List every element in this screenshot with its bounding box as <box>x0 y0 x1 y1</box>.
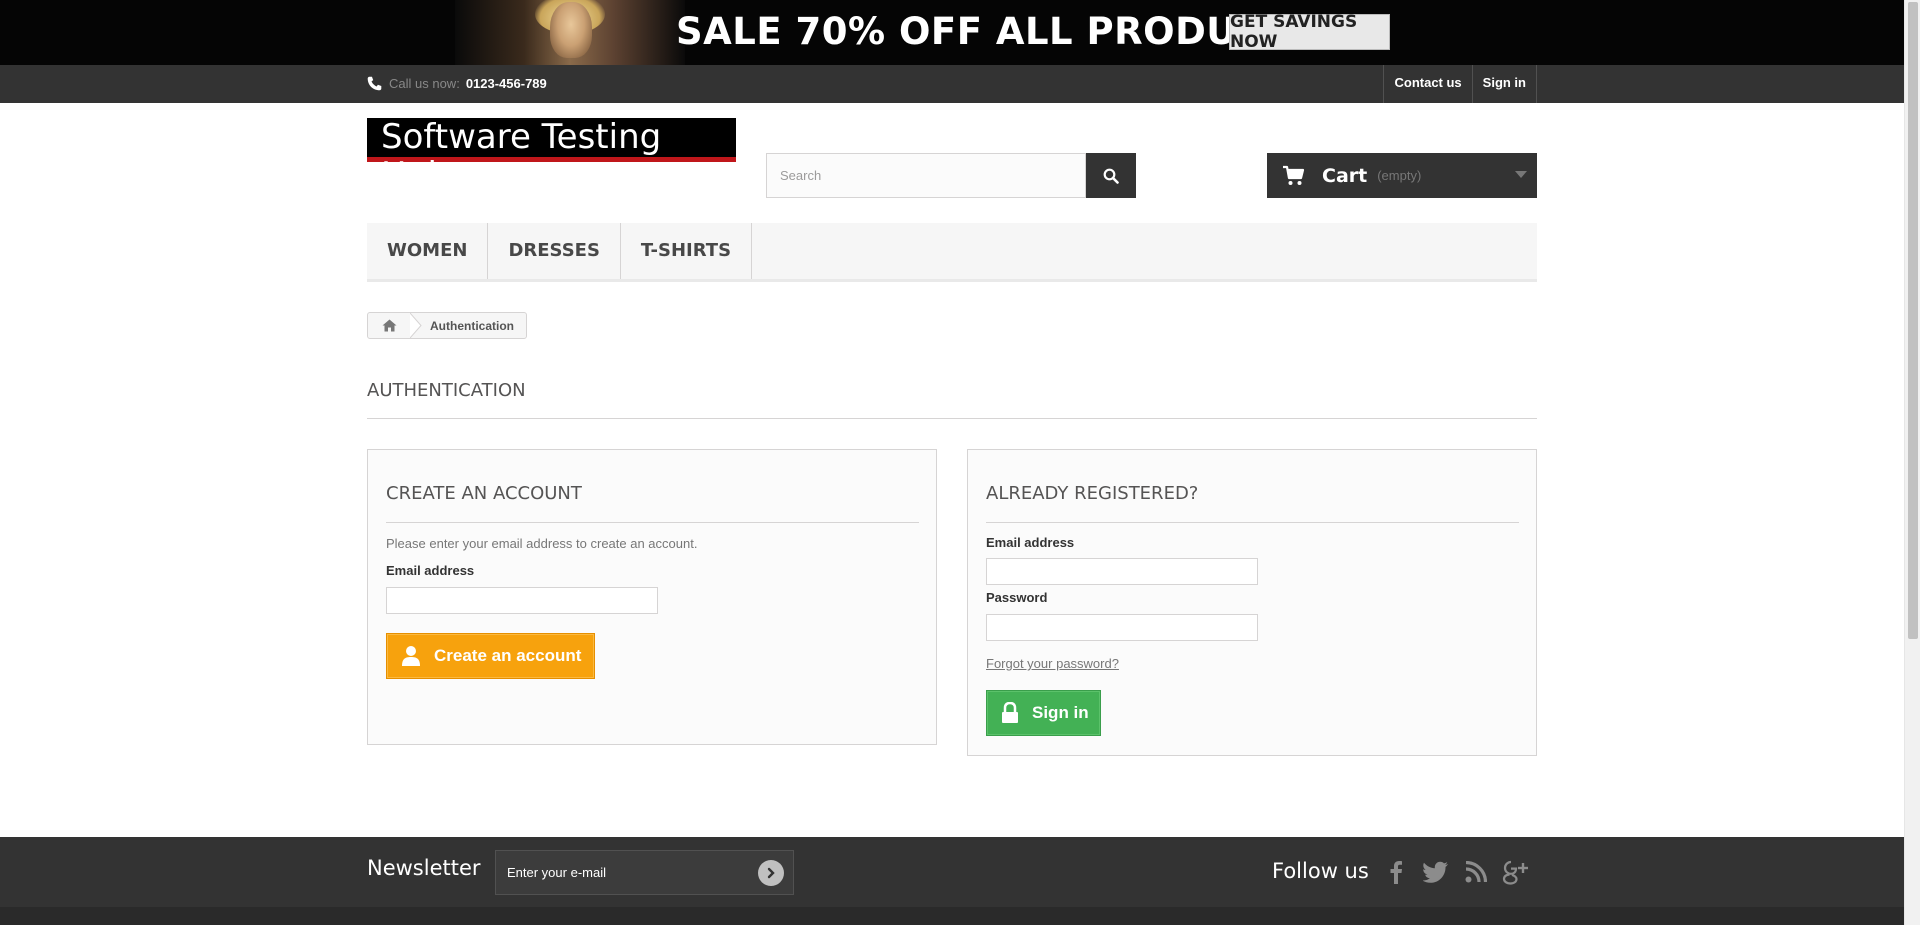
contact-us-link[interactable]: Contact us <box>1383 65 1471 103</box>
follow-us-title: Follow us <box>1272 859 1369 883</box>
user-icon <box>402 646 420 666</box>
cart-label: Cart <box>1322 164 1368 187</box>
top-nav-bar: Call us now: 0123-456-789 Contact us Sig… <box>0 65 1904 103</box>
create-account-title: CREATE AN ACCOUNT <box>386 483 919 523</box>
facebook-icon[interactable] <box>1382 857 1410 887</box>
newsletter-title: Newsletter <box>367 856 481 880</box>
shopping-cart-icon <box>1283 165 1305 185</box>
page-title: AUTHENTICATION <box>367 380 1537 419</box>
top-links: Contact us Sign in <box>1383 65 1537 103</box>
home-icon <box>382 319 396 332</box>
search-icon <box>1103 168 1119 184</box>
sign-in-label: Sign in <box>1032 703 1089 722</box>
login-form: ALREADY REGISTERED? Email address Passwo… <box>967 449 1537 756</box>
logo-text: Software Testing Help <box>381 117 662 195</box>
main-menu: WOMEN DRESSES T-SHIRTS <box>367 223 1537 282</box>
create-email-label: Email address <box>386 563 475 578</box>
sign-in-button[interactable]: Sign in <box>986 690 1101 736</box>
cart-status: (empty) <box>1377 168 1422 183</box>
login-title: ALREADY REGISTERED? <box>986 483 1519 523</box>
search-input[interactable]: Search <box>766 153 1086 198</box>
menu-item-dresses[interactable]: DRESSES <box>488 223 621 279</box>
create-account-description: Please enter your email address to creat… <box>386 536 698 551</box>
twitter-icon[interactable] <box>1422 857 1450 887</box>
cart-button[interactable]: Cart (empty) <box>1267 153 1537 198</box>
call-label: Call us now: <box>389 76 460 91</box>
menu-item-tshirts[interactable]: T-SHIRTS <box>621 223 753 279</box>
create-account-form: CREATE AN ACCOUNT Please enter your emai… <box>367 449 937 745</box>
breadcrumb: Authentication <box>367 312 527 339</box>
get-savings-button[interactable]: GET SAVINGS NOW <box>1229 12 1390 52</box>
breadcrumb-separator <box>410 313 422 338</box>
create-email-field[interactable] <box>386 587 658 614</box>
forgot-password-link[interactable]: Forgot your password? <box>986 656 1119 671</box>
create-account-label: Create an account <box>434 646 582 665</box>
scrollbar-thumb[interactable] <box>1908 2 1918 639</box>
breadcrumb-home[interactable] <box>368 313 410 338</box>
promo-banner[interactable]: SALE 70% OFF ALL PRODUCTS GET SAVINGS NO… <box>0 0 1904 65</box>
rss-icon[interactable] <box>1462 857 1490 887</box>
password-label: Password <box>986 590 1048 605</box>
newsletter-email-input[interactable]: Enter your e-mail <box>495 850 794 895</box>
banner-model-image <box>455 0 685 65</box>
search-button[interactable] <box>1086 153 1136 198</box>
phone-number: 0123-456-789 <box>465 76 547 91</box>
chevron-right-icon <box>767 867 775 879</box>
login-email-label: Email address <box>986 535 1075 550</box>
call-us: Call us now: 0123-456-789 <box>366 75 547 92</box>
lock-icon <box>1002 702 1018 723</box>
google-plus-icon[interactable] <box>1502 857 1530 887</box>
breadcrumb-current: Authentication <box>430 318 514 333</box>
login-email-field[interactable] <box>986 558 1258 585</box>
footer: Newsletter Enter your e-mail Follow us <box>0 837 1904 925</box>
create-account-button[interactable]: Create an account <box>386 633 595 679</box>
page-scrollbar[interactable] <box>1904 0 1920 925</box>
banner-headline: SALE 70% OFF ALL PRODUCTS <box>676 10 1318 53</box>
sign-in-link[interactable]: Sign in <box>1471 65 1537 103</box>
password-field[interactable] <box>986 614 1258 641</box>
caret-down-icon <box>1515 171 1527 178</box>
site-logo[interactable]: Software Testing Help <box>367 118 736 194</box>
footer-bottom-strip <box>0 907 1904 925</box>
menu-item-women[interactable]: WOMEN <box>367 223 489 279</box>
phone-icon <box>367 76 382 91</box>
newsletter-submit-button[interactable] <box>758 860 784 886</box>
